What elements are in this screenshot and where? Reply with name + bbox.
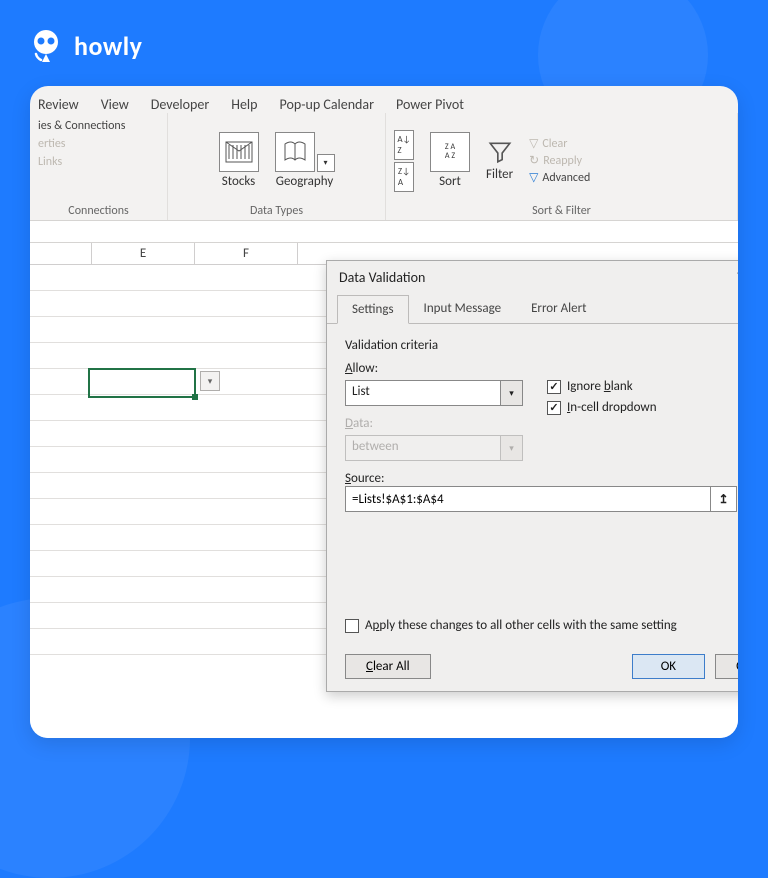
allow-value: List: [346, 381, 500, 405]
geography-dropdown[interactable]: ▾: [317, 154, 335, 172]
apply-all-checkbox[interactable]: Apply these changes to all other cells w…: [345, 618, 738, 633]
filter-clear: Clear: [542, 137, 567, 151]
data-value: between: [346, 436, 500, 460]
chevron-down-icon: ▾: [500, 436, 522, 460]
stocks-button[interactable]: Stocks: [219, 132, 259, 189]
tab-input-message[interactable]: Input Message: [409, 294, 517, 323]
sort-icon: Z AA Z: [430, 132, 470, 172]
filter-icon: [487, 139, 513, 165]
filter-advanced[interactable]: Advanced: [542, 171, 590, 185]
fill-handle[interactable]: [192, 394, 198, 400]
checkbox-icon: ✓: [547, 380, 561, 394]
queries-connections[interactable]: ies & Connections: [38, 119, 159, 133]
owl-icon: [28, 28, 64, 64]
group-datatypes: Data Types: [176, 202, 377, 218]
col-header-f[interactable]: F: [195, 243, 298, 264]
sort-button[interactable]: Z AA Z Sort: [430, 132, 470, 189]
ribbon-tabs: Review View Developer Help Pop-up Calend…: [30, 86, 738, 113]
formula-bar[interactable]: [30, 221, 738, 243]
tab-power-pivot[interactable]: Power Pivot: [396, 96, 464, 113]
filter-button[interactable]: Filter: [486, 139, 513, 182]
validation-criteria-label: Validation criteria: [345, 338, 737, 353]
clear-icon: ▽: [529, 136, 538, 151]
data-label: Data:: [345, 416, 523, 431]
data-validation-dialog: Data Validation ? Settings Input Message…: [326, 260, 738, 692]
tab-developer[interactable]: Developer: [151, 96, 209, 113]
data-select: between ▾: [345, 435, 523, 461]
dialog-title: Data Validation: [339, 269, 425, 286]
cancel-button[interactable]: C: [715, 654, 738, 679]
stocks-label: Stocks: [222, 174, 255, 189]
geography-icon: [275, 132, 315, 172]
brand-name: howly: [74, 30, 142, 62]
filter-reapply: Reapply: [543, 154, 582, 168]
geography-button[interactable]: ▾ Geography: [275, 132, 335, 189]
allow-label: Allow:: [345, 361, 523, 376]
clear-all-button[interactable]: Clear All: [345, 654, 431, 679]
range-picker-icon[interactable]: ↥: [710, 487, 736, 511]
chevron-down-icon[interactable]: ▾: [500, 381, 522, 405]
dialog-help-button[interactable]: ?: [737, 269, 739, 286]
group-connections: Connections: [38, 202, 159, 218]
ignore-blank-checkbox[interactable]: ✓Ignore blank: [547, 379, 657, 394]
sort-desc-icon[interactable]: Z↓A: [394, 162, 414, 192]
incell-dropdown-checkbox[interactable]: ✓In-cell dropdown: [547, 400, 657, 415]
checkbox-icon: [345, 619, 359, 633]
tab-settings[interactable]: Settings: [337, 295, 409, 324]
tab-popup-calendar[interactable]: Pop-up Calendar: [280, 96, 375, 113]
properties: erties: [38, 137, 159, 151]
excel-window: Review View Developer Help Pop-up Calend…: [30, 86, 738, 738]
cell-dropdown-arrow[interactable]: ▾: [200, 371, 220, 391]
group-sortfilter: Sort & Filter: [394, 202, 729, 218]
stocks-icon: [219, 132, 259, 172]
reapply-icon: ↻: [529, 153, 539, 168]
tab-view[interactable]: View: [101, 96, 129, 113]
ok-button[interactable]: OK: [632, 654, 705, 679]
tab-help[interactable]: Help: [231, 96, 257, 113]
sort-az-za[interactable]: A↓Z Z↓A: [394, 130, 414, 192]
allow-select[interactable]: List ▾: [345, 380, 523, 406]
source-label: Source:: [345, 471, 384, 486]
links: Links: [38, 155, 159, 169]
sort-asc-icon[interactable]: A↓Z: [394, 130, 414, 160]
tab-review[interactable]: Review: [38, 96, 79, 113]
advanced-icon: ▽: [529, 170, 538, 185]
ribbon: ies & Connections erties Links Connectio…: [30, 113, 738, 221]
filter-label: Filter: [486, 167, 513, 182]
col-header-e[interactable]: E: [92, 243, 195, 264]
source-input[interactable]: [346, 487, 710, 511]
selected-cell[interactable]: [88, 368, 196, 398]
checkbox-icon: ✓: [547, 401, 561, 415]
geography-label: Geography: [276, 174, 333, 189]
tab-error-alert[interactable]: Error Alert: [516, 294, 601, 323]
sort-label: Sort: [439, 174, 461, 189]
brand-logo: howly: [28, 28, 142, 64]
